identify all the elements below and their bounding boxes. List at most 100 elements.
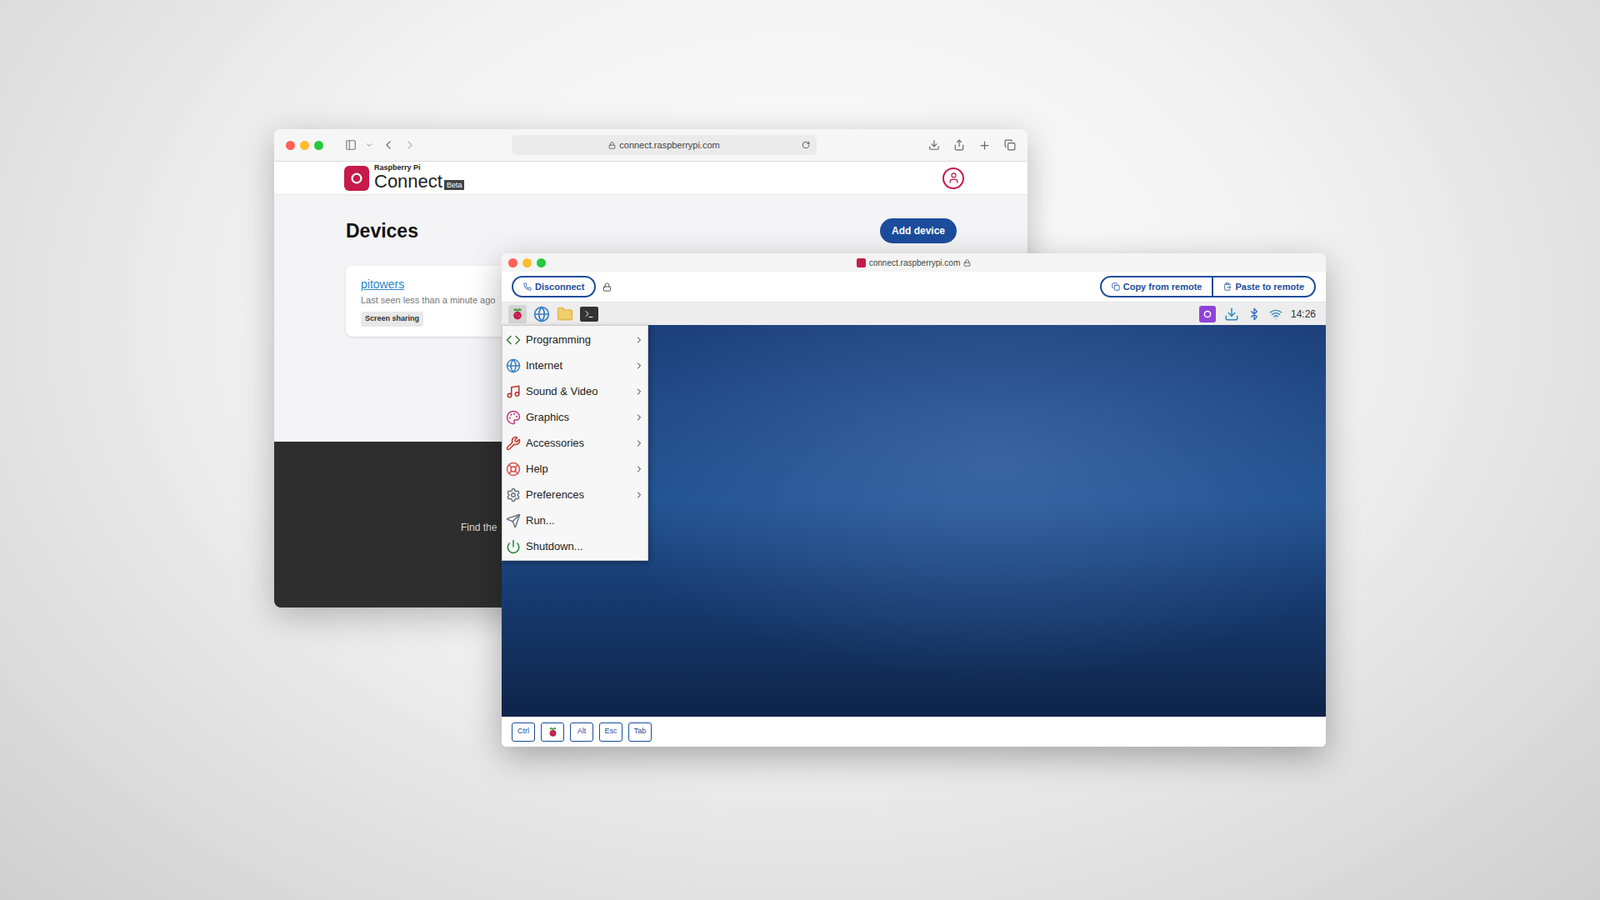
- menu-item-icon: [505, 384, 521, 400]
- key-bar: Ctrl AltEscTab: [501, 716, 1326, 747]
- brand-small: Raspberry Pi: [374, 164, 465, 172]
- zoom-button[interactable]: [536, 258, 546, 268]
- key-button[interactable]: Tab: [628, 722, 652, 742]
- submenu-arrow-icon: [634, 386, 645, 397]
- minimize-button[interactable]: [522, 258, 532, 268]
- raspberry-key-icon: [547, 726, 559, 738]
- forward-icon[interactable]: [403, 138, 417, 152]
- tabs-icon[interactable]: [1004, 139, 1016, 151]
- menu-item-icon: [505, 539, 521, 555]
- menu-item-icon: [505, 435, 521, 451]
- copy-icon: [1111, 282, 1120, 291]
- remote-taskbar: 14:26: [501, 302, 1326, 325]
- lock-icon: [608, 141, 616, 150]
- browser-icon[interactable]: [533, 305, 550, 323]
- favicon: [856, 258, 866, 268]
- reload-icon[interactable]: [801, 140, 810, 150]
- key-button[interactable]: Esc: [599, 722, 623, 742]
- back-icon[interactable]: [381, 138, 395, 152]
- key-button[interactable]: [540, 722, 565, 742]
- remote-desktop: Programming Internet Sound & Video Graphics…: [501, 325, 1326, 717]
- user-avatar[interactable]: [942, 167, 965, 190]
- user-icon: [947, 171, 960, 185]
- menu-item-label: Preferences: [525, 486, 585, 504]
- lock-icon: [963, 259, 971, 267]
- submenu-arrow-icon: [634, 490, 645, 500]
- key-button[interactable]: Ctrl: [511, 722, 535, 742]
- copy-from-remote-button[interactable]: Copy from remote: [1101, 277, 1215, 297]
- disconnect-button[interactable]: Disconnect: [511, 275, 596, 299]
- close-button[interactable]: [285, 140, 295, 150]
- menu-item-label: Internet: [525, 357, 563, 375]
- terminal-launcher[interactable]: [580, 306, 599, 322]
- sidebar-icon[interactable]: [345, 139, 357, 151]
- menu-item-label: Help: [525, 460, 549, 478]
- title-bar: connect.raspberrypi.com: [274, 129, 1028, 162]
- raspberry-icon: [510, 307, 525, 321]
- download-icon[interactable]: [928, 139, 940, 151]
- applications-menu-button[interactable]: [508, 305, 527, 324]
- url: connect.raspberrypi.com: [619, 138, 720, 153]
- dropdown-icon[interactable]: [365, 140, 374, 150]
- page-heading: Devices: [345, 216, 419, 246]
- menu-item[interactable]: Shutdown...: [502, 533, 648, 560]
- beta-badge: Beta: [444, 180, 465, 190]
- menu-item-icon: [505, 410, 521, 425]
- menu-item-label: Graphics: [525, 409, 570, 426]
- menu-item-icon: [505, 487, 521, 503]
- lock-icon: [602, 282, 612, 292]
- wifi-icon[interactable]: [1269, 307, 1283, 321]
- menu-item-icon: [505, 358, 521, 374]
- menu-item-icon: [505, 461, 521, 477]
- paste-to-remote-button[interactable]: Paste to remote: [1213, 277, 1315, 297]
- submenu-arrow-icon: [634, 360, 645, 371]
- key-button[interactable]: Alt: [570, 722, 594, 742]
- terminal-icon: [584, 309, 595, 320]
- window-controls: [285, 140, 324, 150]
- device-tag: Screen sharing: [360, 311, 424, 327]
- menu-item[interactable]: Graphics: [502, 404, 648, 430]
- remote-session-window: connect.raspberrypi.com Disconnect Copy fr…: [501, 253, 1326, 747]
- connect-tray-icon[interactable]: [1199, 305, 1216, 323]
- menu-item[interactable]: Run...: [502, 507, 648, 534]
- minimize-button[interactable]: [300, 140, 310, 150]
- menu-item-label: Programming: [525, 331, 591, 349]
- applications-menu: Programming Internet Sound & Video Graphics…: [501, 325, 649, 561]
- menu-item-label: Sound & Video: [525, 383, 599, 400]
- new-tab-icon[interactable]: [978, 139, 991, 152]
- menu-item-icon: [505, 332, 521, 348]
- menu-item[interactable]: Internet: [502, 352, 648, 379]
- menu-item[interactable]: Accessories: [502, 430, 648, 456]
- menu-item[interactable]: Help: [502, 455, 648, 482]
- brand-name: Connect: [374, 171, 443, 192]
- clipboard-buttons: Copy from remotePaste to remote: [1100, 275, 1316, 299]
- address-bar[interactable]: connect.raspberrypi.com: [511, 135, 817, 155]
- desktop: connect.raspberrypi.com Raspberry PiConne…: [0, 0, 1600, 900]
- menu-item[interactable]: Sound & Video: [502, 378, 648, 405]
- submenu-arrow-icon: [634, 335, 645, 345]
- add-device-button[interactable]: Add device: [880, 218, 957, 244]
- connect-logo-icon: [344, 165, 370, 191]
- submenu-arrow-icon: [634, 412, 645, 423]
- close-button[interactable]: [508, 258, 518, 268]
- session-toolbar: Disconnect Copy from remotePaste to remot…: [501, 271, 1326, 303]
- submenu-arrow-icon: [634, 438, 645, 449]
- zoom-button[interactable]: [314, 140, 324, 150]
- updates-icon[interactable]: [1224, 306, 1240, 322]
- paste-icon: [1223, 282, 1232, 291]
- menu-item-label: Shutdown...: [525, 538, 584, 555]
- submenu-arrow-icon: [634, 464, 645, 475]
- menu-item[interactable]: Preferences: [502, 481, 648, 508]
- menu-item-icon: [505, 513, 521, 529]
- share-icon[interactable]: [953, 139, 965, 151]
- menu-item-label: Accessories: [525, 435, 585, 452]
- menu-item-label: Run...: [525, 512, 555, 530]
- site-header: Raspberry PiConnectBeta: [274, 161, 1028, 195]
- clock: 14:26: [1290, 306, 1316, 322]
- file-manager-icon[interactable]: [556, 305, 574, 323]
- bluetooth-icon[interactable]: [1247, 307, 1261, 321]
- title-bar: connect.raspberrypi.com: [501, 253, 1326, 272]
- window-controls: [508, 258, 546, 268]
- logo[interactable]: Raspberry PiConnectBeta: [344, 164, 465, 192]
- menu-item[interactable]: Programming: [502, 326, 648, 353]
